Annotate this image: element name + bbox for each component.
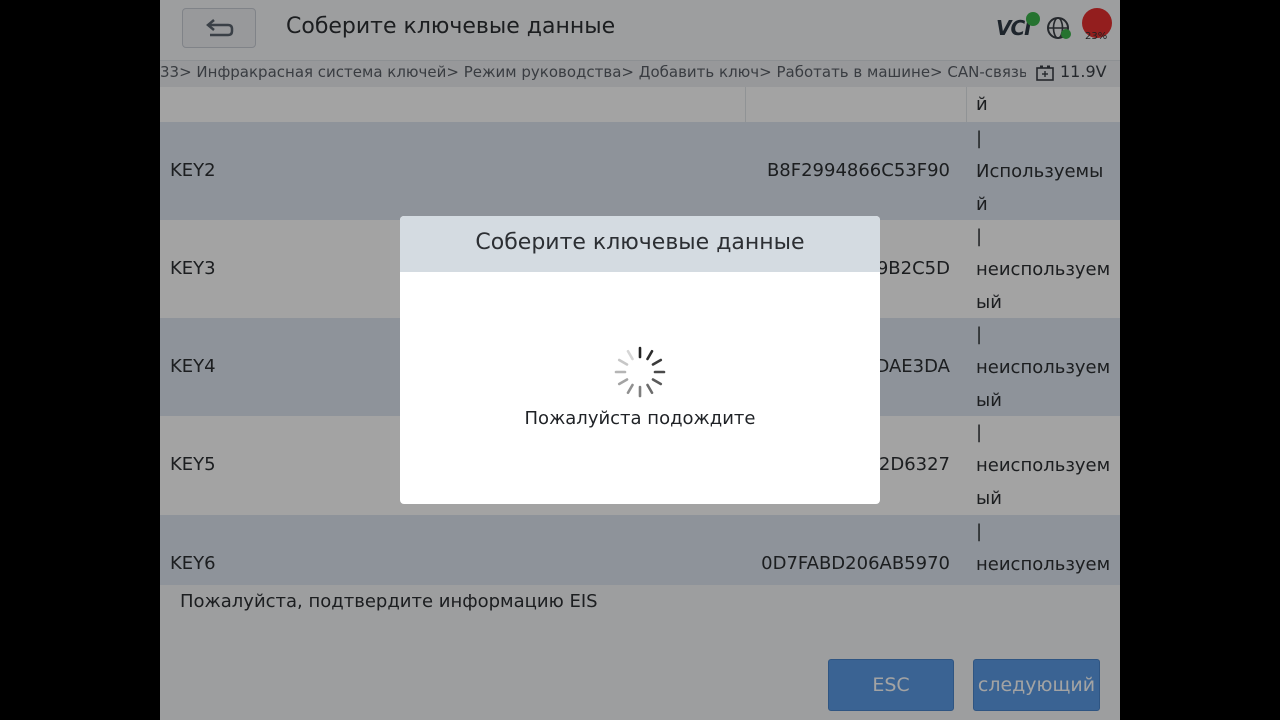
wait-message: Пожалуйста подождите (524, 408, 756, 429)
loading-spinner-icon (614, 346, 666, 398)
dialog-title: Соберите ключевые данные (475, 230, 805, 255)
dialog-header: Соберите ключевые данные (400, 216, 880, 272)
loading-dialog: Соберите ключевые данные Пожалуйста подо… (400, 216, 880, 504)
